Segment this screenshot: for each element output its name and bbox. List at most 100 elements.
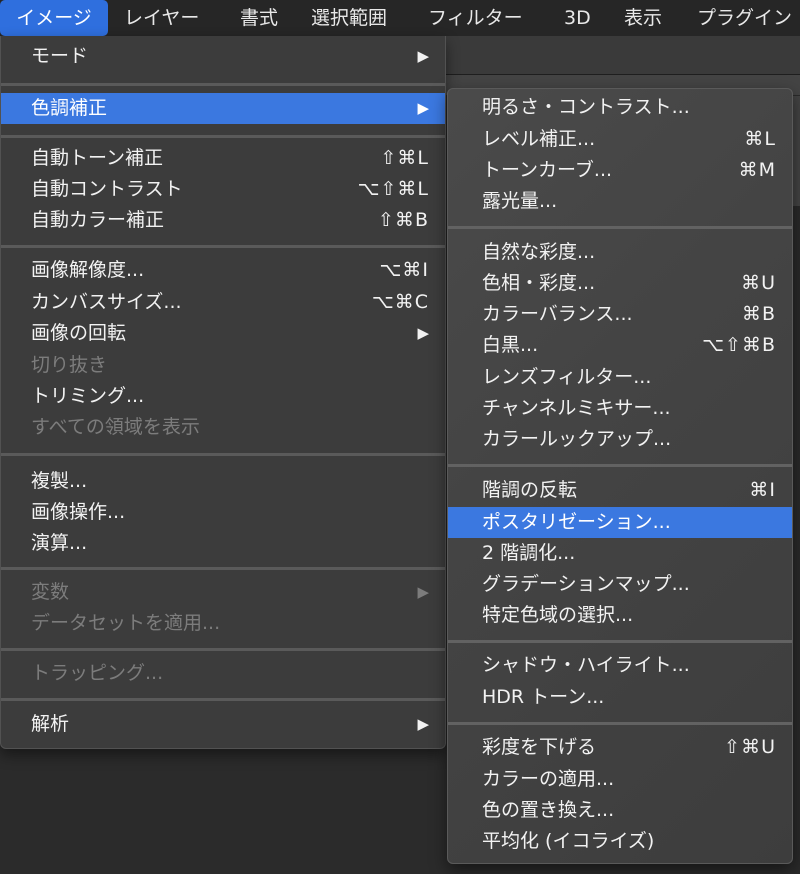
menu-separator <box>1 698 445 701</box>
submenu-item-desaturate[interactable]: 彩度を下げる ⇧⌘U <box>448 732 792 763</box>
submenu-item-levels[interactable]: レベル補正... ⌘L <box>448 124 792 155</box>
menu-item-label: トラッピング... <box>31 662 164 684</box>
submenu-item-selective-color[interactable]: 特定色域の選択... <box>448 600 792 631</box>
menu-separator <box>448 226 792 229</box>
menu-item-label: レベル補正... <box>482 128 596 150</box>
submenu-item-vibrance[interactable]: 自然な彩度... <box>448 237 792 268</box>
menu-item-label: 画像の回転 <box>31 322 127 344</box>
submenu-item-channel-mixer[interactable]: チャンネルミキサー... <box>448 393 792 424</box>
submenu-item-match-color[interactable]: カラーの適用... <box>448 764 792 795</box>
menu-item-label: 切り抜き <box>31 354 108 376</box>
menubar-select[interactable]: 選択範囲 <box>311 0 387 36</box>
submenu-item-brightness-contrast[interactable]: 明るさ・コントラスト... <box>448 92 792 123</box>
menu-item-apply-data-set: データセットを適用... <box>1 608 445 639</box>
menu-item-auto-contrast[interactable]: 自動コントラスト ⌥⇧⌘L <box>1 174 445 205</box>
menu-item-label: 色相・彩度... <box>482 272 596 294</box>
menubar-type[interactable]: 書式 <box>240 0 278 36</box>
menu-separator <box>1 567 445 570</box>
menu-item-adjustments[interactable]: 色調補正 ▶ <box>1 93 445 124</box>
panel-edge <box>793 96 800 206</box>
submenu-item-gradient-map[interactable]: グラデーションマップ... <box>448 569 792 600</box>
menu-item-label: 露光量... <box>482 190 558 212</box>
image-menu: モード ▶ 色調補正 ▶ 自動トーン補正 ⇧⌘L 自動コントラスト ⌥⇧⌘L 自… <box>0 36 446 749</box>
menu-item-variables: 変数 ▶ <box>1 577 445 608</box>
menu-item-label: カラーの適用... <box>482 768 615 790</box>
menu-item-label: 自動コントラスト <box>31 178 183 200</box>
menu-item-label: カンバスサイズ... <box>31 291 182 313</box>
submenu-item-equalize[interactable]: 平均化 (イコライズ) <box>448 826 792 857</box>
submenu-item-black-white[interactable]: 白黒... ⌥⇧⌘B <box>448 330 792 361</box>
submenu-item-hdr-toning[interactable]: HDR トーン... <box>448 682 792 713</box>
menu-item-analysis[interactable]: 解析 ▶ <box>1 709 445 740</box>
menu-item-label: 彩度を下げる <box>482 736 597 758</box>
menu-item-label: 白黒... <box>482 334 539 356</box>
menu-item-label: トーンカーブ... <box>482 159 613 181</box>
submenu-item-threshold[interactable]: 2 階調化... <box>448 538 792 569</box>
menu-item-auto-color[interactable]: 自動カラー補正 ⇧⌘B <box>1 205 445 236</box>
menu-item-shortcut: ⌘B <box>741 303 776 325</box>
menu-item-trap: トラッピング... <box>1 658 445 689</box>
menubar-image[interactable]: イメージ <box>0 0 108 36</box>
options-bar <box>444 36 800 75</box>
menubar-filter[interactable]: フィルター <box>428 0 523 36</box>
submenu-item-hue-saturation[interactable]: 色相・彩度... ⌘U <box>448 268 792 299</box>
menu-item-image-size[interactable]: 画像解像度... ⌥⌘I <box>1 255 445 286</box>
menu-item-label: 変数 <box>31 581 70 603</box>
menu-item-label: 色の置き換え... <box>482 799 615 821</box>
menu-item-label: カラーバランス... <box>482 303 633 325</box>
submenu-arrow-icon: ▶ <box>417 715 429 733</box>
menu-item-shortcut: ⌘L <box>744 128 776 150</box>
menubar-view[interactable]: 表示 <box>624 0 662 36</box>
menu-item-canvas-size[interactable]: カンバスサイズ... ⌥⌘C <box>1 287 445 318</box>
menu-item-shortcut: ⌘U <box>741 272 776 294</box>
submenu-arrow-icon: ▶ <box>417 583 429 601</box>
menu-item-label: ポスタリゼーション... <box>482 511 671 533</box>
menu-item-calculations[interactable]: 演算... <box>1 528 445 559</box>
menu-item-crop: 切り抜き <box>1 350 445 381</box>
menu-item-label: 複製... <box>31 470 88 492</box>
menu-item-label: トリミング... <box>31 385 145 407</box>
menu-item-shortcut: ⇧⌘U <box>724 736 776 758</box>
menubar-plugins[interactable]: プラグイン <box>697 0 792 36</box>
menu-item-label: 平均化 (イコライズ) <box>482 830 655 852</box>
menu-item-shortcut: ⌘I <box>749 479 776 501</box>
submenu-item-invert[interactable]: 階調の反転 ⌘I <box>448 475 792 506</box>
submenu-item-posterize[interactable]: ポスタリゼーション... <box>448 507 792 538</box>
menu-item-label: 自動トーン補正 <box>31 147 164 169</box>
submenu-item-color-balance[interactable]: カラーバランス... ⌘B <box>448 299 792 330</box>
menu-item-label: カラールックアップ... <box>482 428 672 450</box>
menu-separator <box>1 83 445 86</box>
menu-item-trim[interactable]: トリミング... <box>1 381 445 412</box>
menu-item-mode[interactable]: モード ▶ <box>1 41 445 72</box>
menu-item-apply-image[interactable]: 画像操作... <box>1 497 445 528</box>
menu-item-label: 明るさ・コントラスト... <box>482 96 690 118</box>
menu-item-image-rotation[interactable]: 画像の回転 ▶ <box>1 318 445 349</box>
menu-item-label: 画像解像度... <box>31 259 145 281</box>
submenu-item-curves[interactable]: トーンカーブ... ⌘M <box>448 155 792 186</box>
menu-separator <box>1 245 445 248</box>
menubar-layer[interactable]: レイヤー <box>124 0 199 36</box>
submenu-item-photo-filter[interactable]: レンズフィルター... <box>448 362 792 393</box>
menu-item-label: データセットを適用... <box>31 612 221 634</box>
menu-item-label: レンズフィルター... <box>482 366 652 388</box>
menu-item-auto-tone[interactable]: 自動トーン補正 ⇧⌘L <box>1 143 445 174</box>
menu-item-shortcut: ⌥⇧⌘B <box>702 334 776 356</box>
submenu-item-shadows-highlights[interactable]: シャドウ・ハイライト... <box>448 650 792 681</box>
menu-item-label: 自動カラー補正 <box>31 209 165 231</box>
submenu-item-exposure[interactable]: 露光量... <box>448 186 792 217</box>
submenu-arrow-icon: ▶ <box>417 324 429 342</box>
menu-item-shortcut: ⌥⌘I <box>379 259 429 281</box>
menu-separator <box>448 722 792 725</box>
menu-item-label: チャンネルミキサー... <box>482 397 671 419</box>
menu-item-label: 解析 <box>31 713 70 735</box>
menubar-3d[interactable]: 3D <box>564 0 591 36</box>
menu-separator <box>448 464 792 467</box>
menu-item-shortcut: ⌘M <box>738 159 776 181</box>
menu-item-label: 演算... <box>31 532 88 554</box>
menu-item-label: HDR トーン... <box>482 686 605 708</box>
submenu-item-replace-color[interactable]: 色の置き換え... <box>448 795 792 826</box>
menu-separator <box>448 640 792 643</box>
menu-item-duplicate[interactable]: 複製... <box>1 466 445 497</box>
menu-item-shortcut: ⌥⌘C <box>371 291 429 313</box>
submenu-item-color-lookup[interactable]: カラールックアップ... <box>448 424 792 455</box>
